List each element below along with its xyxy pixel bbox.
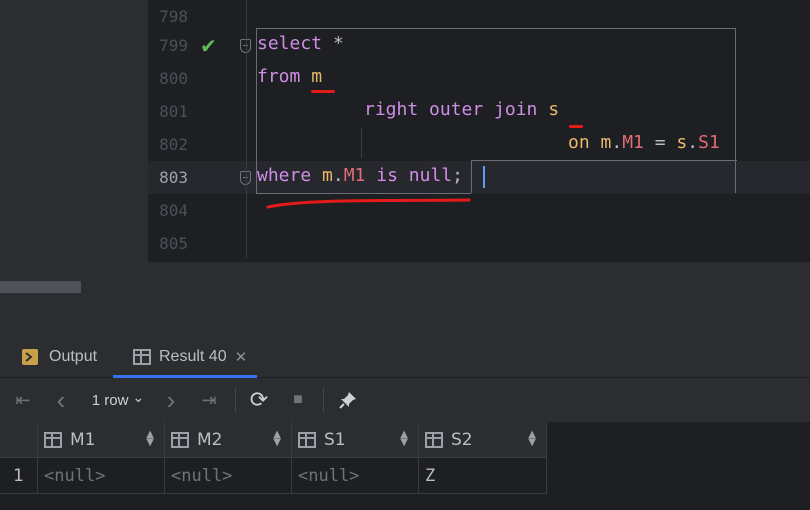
sort-icon[interactable]: ▲ ▼ — [528, 430, 536, 448]
sort-icon[interactable]: ▲ ▼ — [400, 430, 408, 448]
column-name: S1 — [324, 429, 346, 450]
tab-output[interactable]: Output — [20, 336, 97, 378]
refresh-icon: ⟳ — [249, 387, 269, 412]
tab-label: Result 40 — [159, 348, 227, 365]
chevron-left-icon: ‹ — [56, 384, 66, 415]
output-icon — [22, 349, 38, 365]
statement-outline-bottom — [256, 193, 471, 194]
toolbar-separator — [235, 388, 236, 412]
column-header-m2[interactable]: M2 ▲ ▼ — [165, 422, 292, 458]
column-icon — [298, 431, 316, 448]
statement-outline — [256, 28, 736, 193]
tool-window-header: Output Result 40 ✕ — [0, 336, 810, 378]
last-page-icon: ⇥ — [201, 389, 217, 410]
column-name: M2 — [197, 429, 223, 450]
line-number: 804 — [159, 201, 188, 220]
first-page-button[interactable]: ⇤ — [10, 379, 36, 421]
line-number: 799 — [159, 36, 188, 55]
close-icon[interactable]: ✕ — [235, 348, 248, 366]
row-count-dropdown[interactable]: 1 row ⌄ — [86, 379, 150, 421]
results-toolbar: ⇤ ‹ 1 row ⌄ › ⇥ ⟳ ■ — [0, 379, 810, 421]
check-icon: ✔ — [200, 34, 217, 58]
tab-label: Output — [49, 348, 98, 365]
code-line[interactable]: 804 — [148, 194, 810, 227]
chevron-right-icon: › — [166, 384, 176, 415]
stop-button[interactable]: ■ — [285, 379, 311, 421]
annotation-underline-s — [569, 125, 583, 128]
line-number: 800 — [159, 69, 188, 88]
refresh-button[interactable]: ⟳ — [246, 379, 272, 421]
row-count-label: 1 row — [91, 391, 129, 409]
grid-cell[interactable]: <null> — [38, 458, 165, 494]
horizontal-scrollbar[interactable] — [0, 281, 81, 293]
table-icon — [133, 349, 151, 365]
statement-outline-step-top — [471, 160, 737, 161]
annotation-underline-m — [311, 90, 335, 93]
stop-icon: ■ — [293, 391, 303, 408]
first-page-icon: ⇤ — [15, 389, 31, 410]
sort-icon[interactable]: ▲ ▼ — [273, 430, 281, 448]
pin-tab-button[interactable] — [334, 379, 362, 421]
column-icon — [44, 431, 62, 448]
row-number[interactable]: 1 — [0, 458, 38, 494]
next-page-button[interactable]: › — [158, 379, 184, 421]
grid-corner[interactable] — [0, 422, 38, 458]
column-header-s2[interactable]: S2 ▲ ▼ — [419, 422, 547, 458]
column-name: M1 — [70, 429, 96, 450]
line-number: 802 — [159, 135, 188, 154]
sort-icon[interactable]: ▲ ▼ — [146, 430, 154, 448]
statement-outline-step — [471, 160, 472, 193]
chevron-down-icon: ⌄ — [132, 388, 145, 405]
left-panel-strip — [0, 0, 148, 295]
text-caret — [483, 166, 485, 188]
grid-cell[interactable]: Z — [419, 458, 547, 494]
column-icon — [171, 431, 189, 448]
annotation-underline-where — [266, 198, 471, 209]
editor-bottom-area — [148, 262, 810, 295]
line-number: 805 — [159, 234, 188, 253]
column-header-s1[interactable]: S1 ▲ ▼ — [292, 422, 419, 458]
pin-icon — [339, 392, 356, 409]
line-number: 798 — [159, 7, 188, 26]
previous-page-button[interactable]: ‹ — [48, 379, 74, 421]
line-number: 801 — [159, 102, 188, 121]
tab-result-40[interactable]: Result 40 ✕ — [113, 336, 258, 378]
toolbar-separator — [323, 388, 324, 412]
gutter-divider — [246, 0, 247, 258]
results-grid: M1 ▲ ▼ M2 ▲ ▼ S1 ▲ ▼ S2 ▲ ▼ 1 <null> <null> … — [0, 422, 810, 510]
grid-cell[interactable]: <null> — [165, 458, 292, 494]
grid-cell[interactable]: <null> — [292, 458, 419, 494]
column-name: S2 — [451, 429, 473, 450]
column-icon — [425, 431, 443, 448]
line-number: 803 — [159, 168, 188, 187]
last-page-button[interactable]: ⇥ — [196, 379, 222, 421]
code-line[interactable]: 805 — [148, 227, 810, 260]
column-header-m1[interactable]: M1 ▲ ▼ — [38, 422, 165, 458]
